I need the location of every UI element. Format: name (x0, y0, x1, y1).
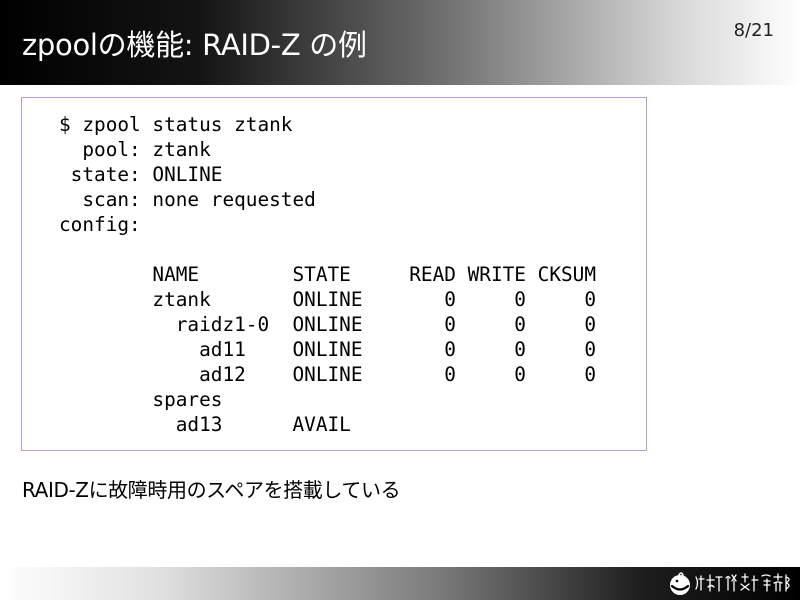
console-line: pool: ztank (59, 138, 211, 161)
console-output-box: $ zpool status ztank pool: ztank state: … (21, 97, 647, 451)
console-line: NAME STATE READ WRITE CKSUM (59, 263, 597, 286)
slide-title: zpoolの機能: RAID-Z の例 (22, 28, 367, 62)
club-logo-icon (670, 572, 790, 595)
console-line: ztank ONLINE 0 0 0 (59, 288, 597, 311)
console-output: $ zpool status ztank pool: ztank state: … (59, 112, 596, 437)
console-line: ad12 ONLINE 0 0 0 (59, 363, 597, 386)
slide-caption: RAID-Zに故障時用のスペアを搭載している (22, 478, 401, 502)
page-number: 8/21 (733, 20, 774, 41)
console-line: spares (59, 388, 223, 411)
console-line: config: (59, 213, 141, 236)
console-line: ad13 AVAIL (59, 413, 351, 436)
console-line: raidz1-0 ONLINE 0 0 0 (59, 313, 597, 336)
console-line: $ zpool status ztank (59, 113, 293, 136)
console-line: state: ONLINE (59, 163, 223, 186)
title-bar: zpoolの機能: RAID-Z の例 (0, 0, 800, 85)
console-line: ad11 ONLINE 0 0 0 (59, 338, 597, 361)
console-line: scan: none requested (59, 188, 316, 211)
